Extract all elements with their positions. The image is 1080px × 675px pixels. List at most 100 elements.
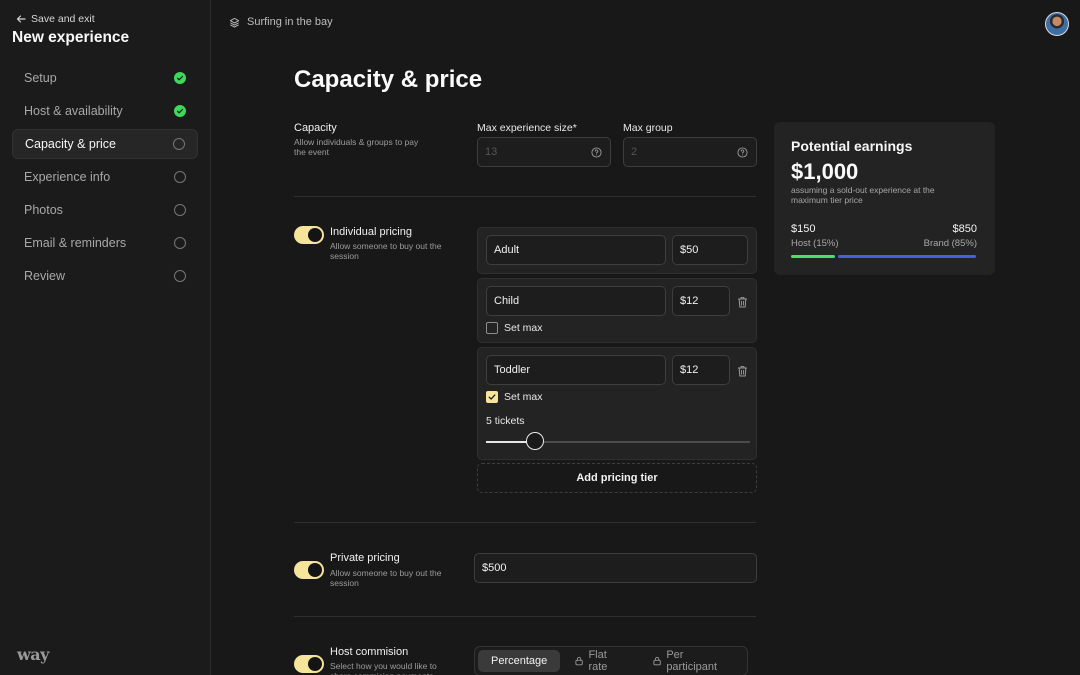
step-label: Host & availability (24, 104, 123, 118)
individual-pricing-description: Allow someone to buy out the session (330, 241, 442, 262)
max-tickets-label: 5 tickets (486, 415, 525, 427)
step-label: Photos (24, 203, 63, 217)
host-earnings-label: Host (15%) (791, 238, 839, 249)
step-list: Setup Host & availability Capacity & pri… (12, 63, 198, 294)
commission-option-per-participant[interactable]: Per participant (640, 649, 744, 673)
max-group-placeholder: 2 (631, 146, 638, 158)
commission-option-percentage[interactable]: Percentage (478, 650, 561, 672)
tickets-slider-thumb[interactable] (526, 432, 544, 450)
tier-price-input[interactable]: $12 (672, 286, 730, 316)
max-group-input[interactable]: 2 (623, 137, 757, 167)
breadcrumb: Surfing in the bay (229, 16, 333, 28)
avatar[interactable] (1045, 12, 1069, 36)
save-and-exit-label: Save and exit (31, 13, 95, 25)
step-label: Setup (24, 71, 57, 85)
max-size-placeholder: 13 (485, 146, 498, 158)
private-price-value: $500 (482, 562, 507, 574)
step-label: Review (24, 269, 65, 283)
step-host-availability[interactable]: Host & availability (12, 96, 198, 126)
commission-option-flat-rate[interactable]: Flat rate (562, 649, 638, 673)
step-experience-info[interactable]: Experience info (12, 162, 198, 192)
toggle-knob (308, 563, 322, 577)
capacity-label: Capacity (294, 122, 337, 134)
host-earnings-value: $150 (791, 223, 816, 235)
tier-name-input[interactable]: Toddler (486, 355, 666, 385)
check-icon (488, 394, 496, 400)
empty-circle-icon (174, 204, 186, 216)
lock-icon (575, 657, 583, 666)
step-label: Email & reminders (24, 236, 127, 250)
earnings-title: Potential earnings (791, 138, 913, 154)
tier-price-value: $50 (680, 244, 699, 256)
toggle-knob (308, 228, 322, 242)
commission-option-label: Flat rate (588, 649, 608, 673)
sidebar: Save and exit New experience Setup Host … (0, 0, 211, 675)
tier-name-value: Adult (494, 244, 520, 256)
tier-name-input[interactable]: Adult (486, 235, 666, 265)
lock-icon (653, 657, 661, 666)
toggle-knob (308, 657, 322, 671)
add-pricing-tier-button[interactable]: Add pricing tier (477, 463, 757, 493)
step-setup[interactable]: Setup (12, 63, 198, 93)
potential-earnings-card: Potential earnings $1,000 assuming a sol… (774, 122, 995, 275)
tier-price-input[interactable]: $50 (672, 235, 748, 265)
brand-share-bar (838, 255, 976, 258)
step-label: Experience info (24, 170, 111, 184)
help-circle-icon[interactable] (591, 147, 602, 158)
set-max-checkbox[interactable] (486, 322, 498, 334)
trash-icon[interactable] (737, 365, 748, 377)
set-max-label: Set max (504, 391, 543, 403)
set-max-checkbox[interactable] (486, 391, 498, 403)
tier-price-value: $12 (680, 364, 699, 376)
private-pricing-toggle[interactable] (294, 561, 324, 579)
commission-option-label: Percentage (491, 655, 548, 667)
step-email-reminders[interactable]: Email & reminders (12, 228, 198, 258)
divider (294, 196, 756, 197)
set-max-label: Set max (504, 322, 543, 334)
earnings-total: $1,000 (791, 159, 859, 184)
page-title: Capacity & price (294, 66, 483, 93)
private-price-input[interactable]: $500 (474, 553, 757, 583)
trash-icon[interactable] (737, 296, 748, 308)
empty-circle-icon (173, 138, 185, 150)
layers-icon (229, 17, 240, 28)
host-commission-label: Host commision (330, 646, 409, 658)
host-commission-description: Select how you would like to share commi… (330, 661, 437, 675)
max-group-label: Max group (623, 122, 673, 134)
private-pricing-label: Private pricing (330, 552, 400, 564)
private-pricing-description: Allow someone to buy out the session (330, 568, 442, 589)
empty-circle-icon (174, 171, 186, 183)
check-circle-icon (174, 105, 186, 117)
save-and-exit-link[interactable]: Save and exit (16, 13, 95, 25)
breadcrumb-label: Surfing in the bay (247, 16, 333, 28)
earnings-note: assuming a sold-out experience at the ma… (791, 185, 935, 206)
individual-pricing-label: Individual pricing (330, 226, 412, 238)
check-circle-icon (174, 72, 186, 84)
tier-price-value: $12 (680, 295, 699, 307)
step-photos[interactable]: Photos (12, 195, 198, 225)
max-size-label: Max experience size* (477, 122, 577, 134)
max-size-input[interactable]: 13 (477, 137, 611, 167)
brand-earnings-label: Brand (85%) (923, 238, 977, 249)
empty-circle-icon (174, 270, 186, 282)
help-circle-icon[interactable] (737, 147, 748, 158)
host-commission-toggle[interactable] (294, 655, 324, 673)
empty-circle-icon (174, 237, 186, 249)
add-pricing-tier-label: Add pricing tier (576, 472, 658, 484)
commission-type-selector: Percentage Flat rate Per participant (474, 646, 748, 675)
divider (294, 616, 756, 617)
commission-option-label: Per participant (666, 649, 718, 673)
tier-name-value: Child (494, 295, 520, 307)
sidebar-title: New experience (12, 29, 130, 46)
brand-earnings-value: $850 (952, 223, 977, 235)
capacity-description: Allow individuals & groups to pay the ev… (294, 137, 419, 158)
divider (294, 522, 756, 523)
tier-name-input[interactable]: Child (486, 286, 666, 316)
individual-pricing-toggle[interactable] (294, 226, 324, 244)
step-capacity-price[interactable]: Capacity & price (12, 129, 198, 159)
tier-price-input[interactable]: $12 (672, 355, 730, 385)
tier-name-value: Toddler (494, 364, 531, 376)
step-label: Capacity & price (25, 137, 117, 151)
step-review[interactable]: Review (12, 261, 198, 291)
arrow-left-icon (16, 15, 26, 23)
